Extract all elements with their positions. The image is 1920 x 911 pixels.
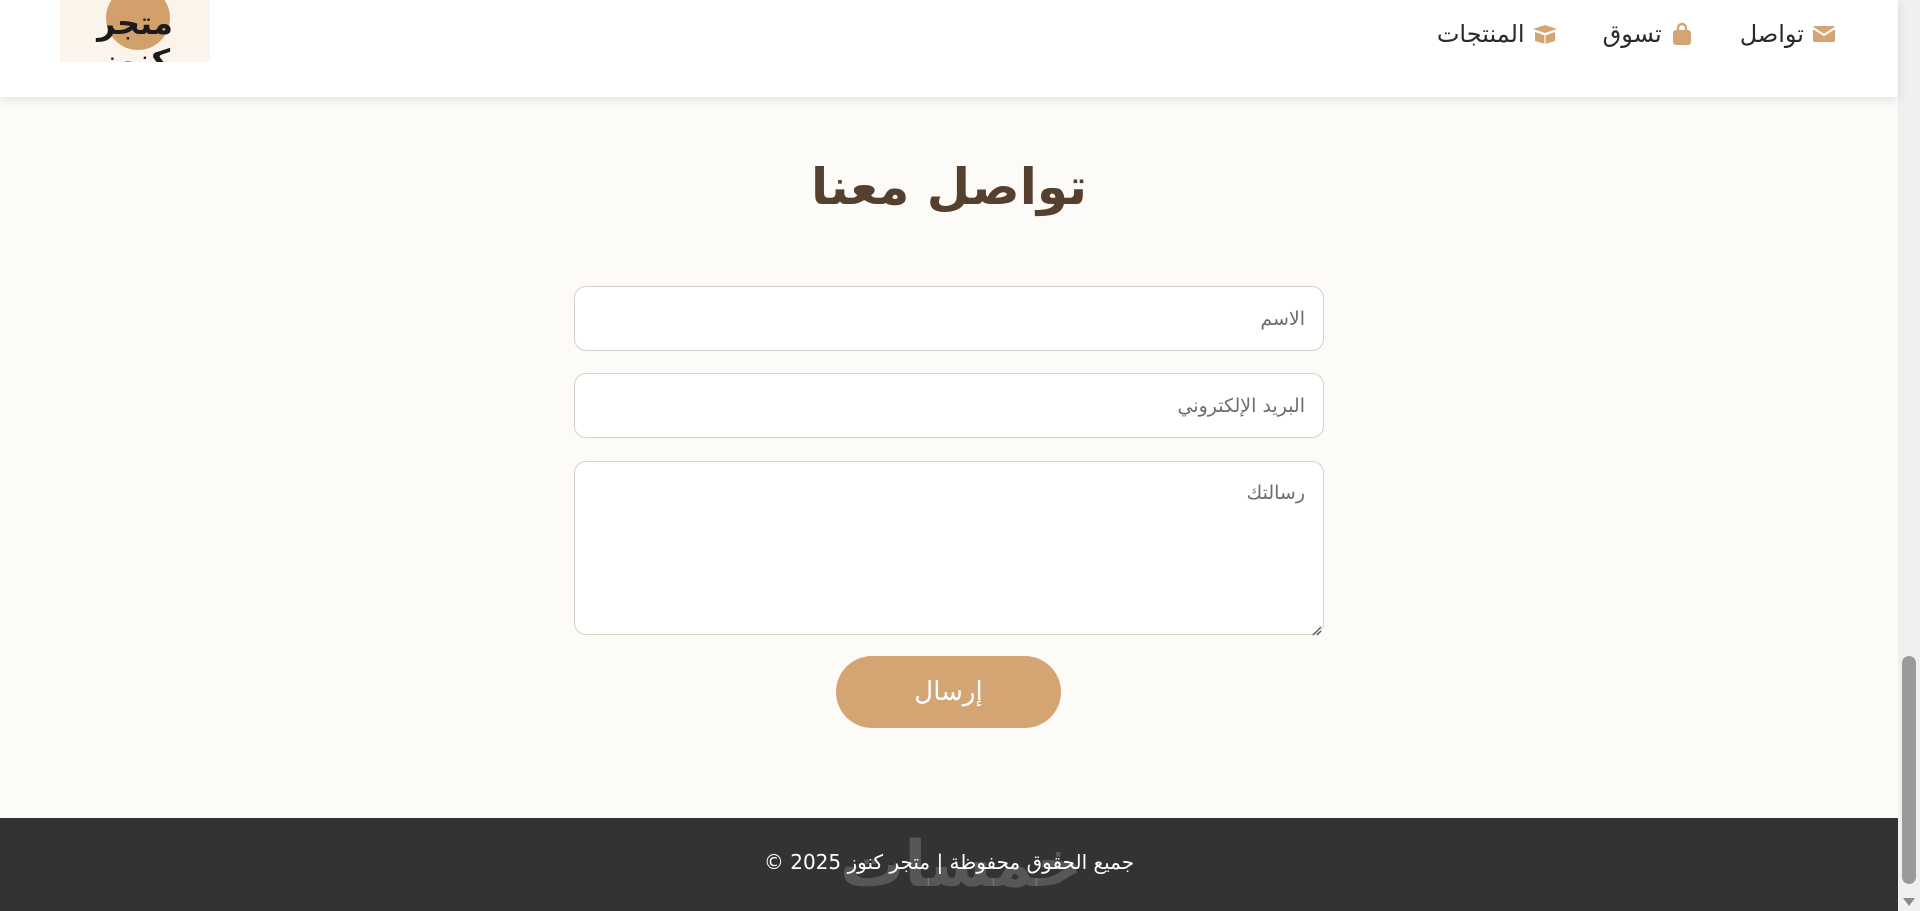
scroll-down-arrow-icon[interactable] [1902, 893, 1916, 906]
site-header: متجر كنوز تواصل تسوق المنتجات [0, 0, 1898, 97]
nav-item-label: المنتجات [1436, 20, 1525, 48]
nav-item-shop[interactable]: تسوق [1603, 20, 1696, 48]
submit-button[interactable]: إرسال [836, 656, 1061, 728]
nav-item-contact[interactable]: تواصل [1740, 20, 1838, 48]
page: متجر كنوز تواصل تسوق المنتجات تواصل معنا… [0, 0, 1898, 911]
copyright-text: جميع الحقوق محفوظة | متجر كنوز 2025 © [763, 850, 1135, 874]
site-footer: خمسات جميع الحقوق محفوظة | متجر كنوز 202… [0, 818, 1898, 911]
nav-item-products[interactable]: المنتجات [1437, 20, 1559, 48]
name-input[interactable] [574, 286, 1324, 351]
resize-grip-icon[interactable] [1310, 621, 1322, 636]
nav-item-label: تواصل [1739, 20, 1804, 48]
message-textarea[interactable] [574, 461, 1324, 635]
vertical-scrollbar[interactable] [1898, 0, 1920, 911]
logo-text: متجر كنوز [97, 4, 174, 62]
store-logo[interactable]: متجر كنوز [60, 0, 210, 62]
nav-item-label: تسوق [1602, 20, 1662, 48]
box-open-icon [1531, 22, 1559, 46]
scrollbar-thumb[interactable] [1902, 656, 1916, 884]
shopping-bag-icon [1668, 22, 1696, 46]
email-input[interactable] [574, 373, 1324, 438]
main-nav: تواصل تسوق المنتجات [1437, 14, 1838, 54]
page-title: تواصل معنا [811, 158, 1087, 216]
envelope-icon [1810, 22, 1838, 46]
